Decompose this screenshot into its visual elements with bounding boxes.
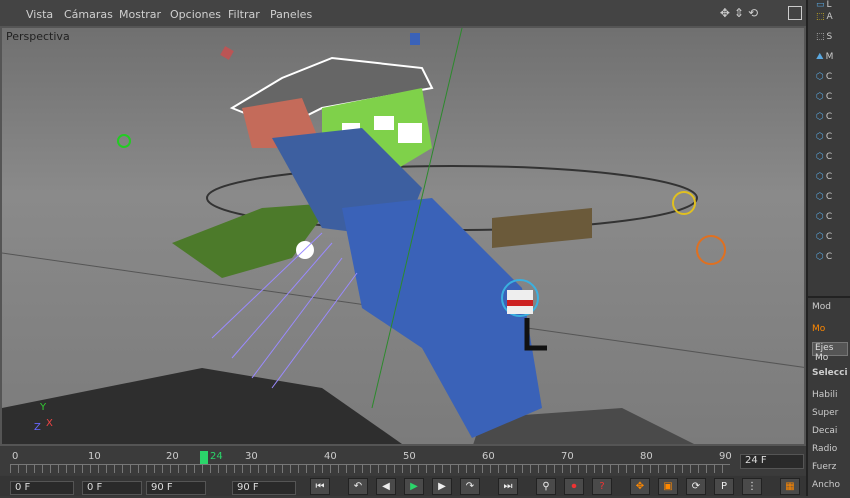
object-row[interactable]: ⬡ C <box>816 252 832 268</box>
cube-icon: ⬡ <box>816 112 824 122</box>
cube-icon: ⬡ <box>816 172 824 182</box>
object-row[interactable]: ⬡ C <box>816 212 832 228</box>
object-row[interactable]: ⬡ C <box>816 172 832 188</box>
transport-bar: 0 F 0 F 90 F 90 F ⏮ ↶ ◀ ▶ ▶ ↷ ⏭ ⚲ ⏺ ? ✥ … <box>0 476 806 496</box>
scene-render <box>2 28 804 444</box>
max-frame-field[interactable]: 90 F <box>232 481 296 495</box>
help-icon[interactable]: ? <box>592 478 612 495</box>
menu-mostrar[interactable]: Mostrar <box>119 8 161 21</box>
fps-field[interactable]: 24 F <box>740 454 804 469</box>
cube-icon: ⬡ <box>816 72 824 82</box>
object-row[interactable]: ⬡ C <box>816 132 832 148</box>
object-row[interactable]: ⬡ C <box>816 92 832 108</box>
object-row[interactable]: ⬡ C <box>816 72 832 88</box>
grid-key-icon[interactable]: ⋮ <box>742 478 762 495</box>
goto-end-icon[interactable]: ⏭ <box>498 478 518 495</box>
prev-key-icon[interactable]: ↶ <box>348 478 368 495</box>
timeline-tick: 70 <box>561 451 574 462</box>
timeline-tick: 60 <box>482 451 495 462</box>
object-row[interactable]: ⬡ C <box>816 152 832 168</box>
move-view-icon[interactable]: ✥ <box>720 6 730 20</box>
rotate-key-icon[interactable]: ⟳ <box>686 478 706 495</box>
timeline-tick: 50 <box>403 451 416 462</box>
object-manager: ▭ L ⬚ A ⬚ S ⛰ M ⬡ C ⬡ C ⬡ C ⬡ C ⬡ C ⬡ C ⬡ C ⬡ C ⬡ C ⬡… <box>806 0 850 498</box>
layer-icon: ▭ <box>816 0 825 10</box>
param-key-icon[interactable]: P <box>714 478 734 495</box>
film-icon[interactable]: ▦ <box>780 478 800 495</box>
attr-prop: Radio <box>812 444 838 454</box>
timeline-tick: 0 <box>12 451 19 462</box>
object-row[interactable]: ⬚ A <box>816 12 833 28</box>
timeline-playhead[interactable] <box>200 451 208 465</box>
timeline-tick: 80 <box>640 451 653 462</box>
cube-icon: ⬡ <box>816 232 824 242</box>
menu-camaras[interactable]: Cámaras <box>64 8 113 21</box>
viewport-nav-icons: ✥ ⇕ ⟲ <box>716 6 758 20</box>
cube-icon: ⬡ <box>816 92 824 102</box>
play-icon[interactable]: ▶ <box>404 478 424 495</box>
rotate-view-icon[interactable]: ⟲ <box>748 6 758 20</box>
maximize-view-icon[interactable] <box>788 6 802 20</box>
zoom-view-icon[interactable]: ⇕ <box>734 6 744 20</box>
menu-filtrar[interactable]: Filtrar <box>228 8 260 21</box>
range-start-field[interactable]: 0 F <box>82 481 142 495</box>
null-icon: ⬚ <box>816 32 825 42</box>
attr-mode-label[interactable]: Mo <box>812 324 825 334</box>
cube-icon: ⬡ <box>816 212 824 222</box>
object-row[interactable]: ⬡ C <box>816 192 832 208</box>
attribute-manager: Mod Mo Ejes Mo Selecci Habili Super Deca… <box>808 296 850 498</box>
attr-header: Mod <box>812 302 831 312</box>
object-row[interactable]: ⬡ C <box>816 112 832 128</box>
object-row[interactable]: ⬚ S <box>816 32 832 48</box>
cube-icon: ⬡ <box>816 252 824 262</box>
menu-opciones[interactable]: Opciones <box>170 8 221 21</box>
viewport-menubar: Vista Cámaras Mostrar Opciones Filtrar P… <box>0 0 806 26</box>
timeline-tick: 40 <box>324 451 337 462</box>
attr-prop: Super <box>812 408 839 418</box>
next-frame-icon[interactable]: ▶ <box>432 478 452 495</box>
menu-vista[interactable]: Vista <box>26 8 53 21</box>
axis-x-label: X <box>46 418 53 429</box>
attr-prop: Decai <box>812 426 838 436</box>
timeline-ruler[interactable] <box>10 464 730 473</box>
goto-start-icon[interactable]: ⏮ <box>310 478 330 495</box>
scale-key-icon[interactable]: ▣ <box>658 478 678 495</box>
cube-icon: ⬡ <box>816 192 824 202</box>
move-key-icon[interactable]: ✥ <box>630 478 650 495</box>
attr-prop: Ancho <box>812 480 841 490</box>
range-end-field[interactable]: 90 F <box>146 481 206 495</box>
timeline-tick: 90 <box>719 451 732 462</box>
object-row[interactable]: ⛰ M <box>816 52 833 68</box>
next-key-icon[interactable]: ↷ <box>460 478 480 495</box>
timeline-tick: 20 <box>166 451 179 462</box>
prev-frame-icon[interactable]: ◀ <box>376 478 396 495</box>
axis-z-label: Z <box>34 422 41 433</box>
timeline-tick: 10 <box>88 451 101 462</box>
record-icon[interactable]: ⏺ <box>564 478 584 495</box>
attr-section-title: Selecci <box>812 368 848 378</box>
object-row[interactable]: ⬡ C <box>816 232 832 248</box>
viewport-3d[interactable]: Perspectiva Y X Z <box>0 26 806 446</box>
axis-y-label: Y <box>40 402 47 413</box>
null-icon: ⬚ <box>816 12 825 22</box>
joint-icon: ⛰ <box>816 52 824 62</box>
cube-icon: ⬡ <box>816 132 824 142</box>
timeline-tick: 30 <box>245 451 258 462</box>
link-icon[interactable]: ⚲ <box>536 478 556 495</box>
cube-icon: ⬡ <box>816 152 824 162</box>
current-frame-label: 24 <box>210 451 223 462</box>
timeline[interactable]: 0 10 20 30 40 50 60 70 80 90 24 24 F <box>0 447 806 475</box>
attr-tag-tab[interactable]: Ejes Mo <box>812 342 848 363</box>
attr-prop: Fuerz <box>812 462 837 472</box>
attr-prop: Habili <box>812 390 838 400</box>
menu-paneles[interactable]: Paneles <box>270 8 312 21</box>
current-frame-field[interactable]: 0 F <box>10 481 74 495</box>
